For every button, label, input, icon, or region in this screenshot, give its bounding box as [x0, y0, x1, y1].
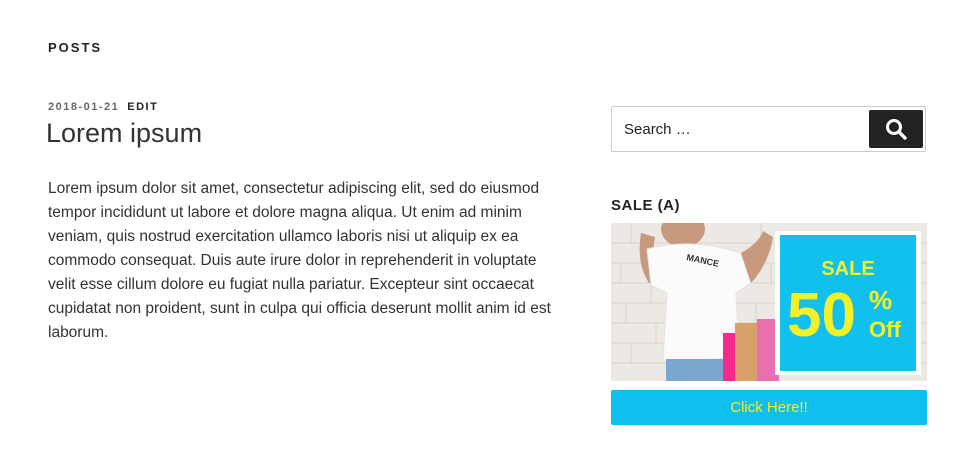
- post-meta: 2018-01-21 EDIT: [48, 101, 158, 113]
- sale-banner[interactable]: MANCE SALE 50 % Off: [611, 223, 927, 381]
- ad-widget-title: SALE (A): [611, 197, 680, 214]
- percent-value: 50: [787, 281, 856, 350]
- click-here-button[interactable]: Click Here!!: [611, 390, 927, 425]
- search-button[interactable]: [869, 110, 923, 148]
- search-form: [611, 106, 926, 152]
- post-date[interactable]: 2018-01-21: [48, 101, 119, 113]
- post-title[interactable]: Lorem ipsum: [46, 118, 202, 149]
- edit-link[interactable]: EDIT: [127, 101, 158, 113]
- sale-banner-image: MANCE SALE 50 % Off: [611, 223, 927, 381]
- percent-sign: %: [869, 285, 892, 315]
- search-icon: [886, 119, 907, 140]
- section-title: POSTS: [48, 40, 103, 55]
- sale-label: SALE: [821, 258, 874, 280]
- search-input[interactable]: [612, 107, 862, 151]
- post-body: Lorem ipsum dolor sit amet, consectetur …: [48, 180, 551, 341]
- off-label: Off: [869, 317, 901, 342]
